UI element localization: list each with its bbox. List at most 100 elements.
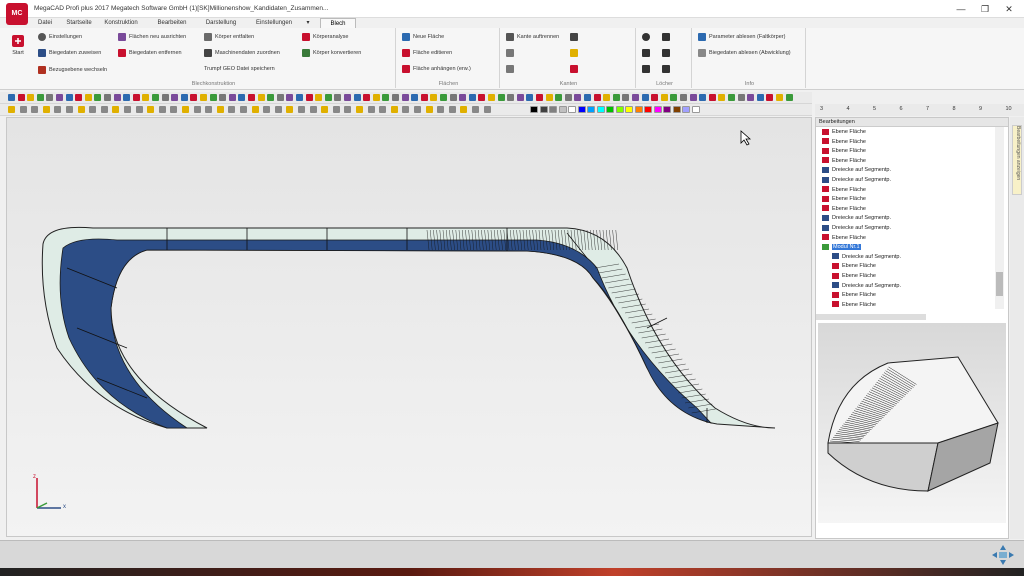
tree-item[interactable]: Ebene Fläche: [822, 138, 866, 148]
attribute-tool-icon[interactable]: [425, 106, 433, 113]
tree-item[interactable]: Dreiecke auf Segmentp.: [822, 224, 891, 234]
toolbar-tool-icon[interactable]: [152, 94, 159, 101]
tree-item[interactable]: Ebene Fläche: [822, 205, 866, 215]
attribute-tool-icon[interactable]: [42, 106, 50, 113]
hole-tool-6-button[interactable]: [662, 64, 673, 74]
tab-blech[interactable]: Blech: [320, 18, 356, 28]
toolbar-tool-icon[interactable]: [708, 94, 716, 101]
toolbar-tool-icon[interactable]: [363, 94, 371, 101]
attribute-tool-icon[interactable]: [89, 106, 97, 113]
tree-item[interactable]: Dreiecke auf Segmentp.: [822, 176, 891, 186]
toolbar-tool-icon[interactable]: [737, 94, 745, 101]
toolbar-tool-icon[interactable]: [123, 94, 131, 101]
tab-darstellung[interactable]: Darstellung: [200, 18, 242, 28]
tree-item[interactable]: Ebene Fläche: [832, 291, 876, 301]
biegedaten-zuweisen-button[interactable]: Biegedaten zuweisen: [38, 48, 101, 58]
toolbar-tool-icon[interactable]: [382, 94, 390, 101]
attribute-tool-icon[interactable]: [112, 106, 120, 113]
toolbar-tool-icon[interactable]: [632, 94, 639, 101]
toolbar-tool-icon[interactable]: [286, 94, 294, 101]
flaechen-neu-ausrichten-button[interactable]: Flächen neu ausrichten: [118, 32, 186, 42]
attribute-tool-icon[interactable]: [124, 106, 131, 113]
minimize-button[interactable]: —: [950, 2, 972, 16]
toolbar-tool-icon[interactable]: [603, 94, 611, 101]
toolbar-tool-icon[interactable]: [353, 94, 361, 101]
color-swatch[interactable]: [530, 106, 538, 113]
side-tab-bearbeitungen[interactable]: Bearbeitungen anzeigen: [1012, 125, 1022, 195]
toolbar-tool-icon[interactable]: [651, 94, 659, 101]
biegedaten-ablesen-button[interactable]: Biegedaten ablesen (Abwicklung): [698, 48, 791, 58]
toolbar-tool-icon[interactable]: [507, 94, 515, 101]
attribute-tool-icon[interactable]: [321, 106, 329, 113]
attribute-tool-icon[interactable]: [100, 106, 108, 113]
attribute-tool-icon[interactable]: [367, 106, 375, 113]
toolbar-tool-icon[interactable]: [440, 94, 447, 101]
toolbar-tool-icon[interactable]: [699, 94, 707, 101]
tab-konstruktion[interactable]: Konstruktion: [100, 18, 142, 28]
preview-3d[interactable]: [818, 323, 1006, 523]
flaeche-editieren-button[interactable]: Fläche editieren: [402, 48, 452, 58]
toolbar-tool-icon[interactable]: [449, 94, 457, 101]
edge-tool-2-button[interactable]: [506, 64, 517, 74]
attribute-tool-icon[interactable]: [240, 106, 247, 113]
attribute-tool-icon[interactable]: [356, 106, 363, 113]
tree-item[interactable]: Modul Nr.1: [822, 243, 861, 253]
toolbar-tool-icon[interactable]: [248, 94, 255, 101]
tree-item[interactable]: Ebene Fläche: [822, 195, 866, 205]
color-swatch[interactable]: [672, 106, 681, 113]
toolbar-tool-icon[interactable]: [459, 94, 467, 101]
flaeche-anhaengen-button[interactable]: Fläche anhängen (erw.): [402, 64, 471, 74]
attribute-tool-icon[interactable]: [19, 106, 27, 113]
toolbar-tool-icon[interactable]: [622, 94, 630, 101]
hole-tool-1-button[interactable]: [642, 32, 653, 42]
edge-tool-4-button[interactable]: [570, 48, 581, 58]
tree-item[interactable]: Dreiecke auf Segmentp.: [832, 282, 901, 292]
color-swatch[interactable]: [577, 106, 586, 113]
toolbar-tool-icon[interactable]: [56, 94, 63, 101]
hole-tool-2-button[interactable]: [642, 48, 653, 58]
toolbar-tool-icon[interactable]: [728, 94, 735, 101]
color-swatch[interactable]: [682, 106, 690, 113]
toolbar-tool-icon[interactable]: [228, 94, 236, 101]
tree-item[interactable]: Ebene Fläche: [822, 186, 866, 196]
attribute-tool-icon[interactable]: [414, 106, 421, 113]
toolbar-tool-icon[interactable]: [392, 94, 399, 101]
close-button[interactable]: ✕: [998, 2, 1020, 16]
attribute-tool-icon[interactable]: [135, 106, 143, 113]
megacad-logo-icon[interactable]: MC: [6, 3, 28, 25]
attribute-tool-icon[interactable]: [54, 106, 62, 113]
attribute-tool-icon[interactable]: [286, 106, 294, 113]
color-swatch[interactable]: [625, 106, 633, 113]
tree-hscrollbar[interactable]: [816, 314, 926, 320]
toolbar-tool-icon[interactable]: [17, 94, 25, 101]
toolbar-tool-icon[interactable]: [372, 94, 380, 101]
koerperanalyse-button[interactable]: Körperanalyse: [302, 32, 348, 42]
attribute-tool-icon[interactable]: [193, 106, 201, 113]
toolbar-tool-icon[interactable]: [305, 94, 313, 101]
attribute-tool-icon[interactable]: [390, 106, 398, 113]
edge-tool-1-button[interactable]: [506, 48, 517, 58]
toolbar-tool-icon[interactable]: [8, 94, 15, 101]
restore-button[interactable]: ❐: [974, 2, 996, 16]
toolbar-tool-icon[interactable]: [756, 94, 764, 101]
toolbar-tool-icon[interactable]: [776, 94, 783, 101]
toolbar-tool-icon[interactable]: [180, 94, 188, 101]
attribute-tool-icon[interactable]: [344, 106, 352, 113]
tab-bearbeiten[interactable]: Bearbeiten: [152, 18, 192, 28]
tab-startseite[interactable]: Startseite: [62, 18, 96, 28]
toolbar-tool-icon[interactable]: [65, 94, 73, 101]
toolbar-tool-icon[interactable]: [468, 94, 476, 101]
color-swatch[interactable]: [558, 106, 567, 113]
attribute-tool-icon[interactable]: [332, 106, 340, 113]
koerper-entfalten-button[interactable]: Körper entfalten: [204, 32, 254, 42]
toolbar-tool-icon[interactable]: [104, 94, 111, 101]
navigation-cube-icon[interactable]: [990, 543, 1016, 567]
toolbar-tool-icon[interactable]: [324, 94, 332, 101]
attribute-tool-icon[interactable]: [251, 106, 259, 113]
attribute-tool-icon[interactable]: [216, 106, 224, 113]
attribute-tool-icon[interactable]: [437, 106, 445, 113]
attribute-tool-icon[interactable]: [402, 106, 410, 113]
hole-tool-3-button[interactable]: [642, 64, 653, 74]
toolbar-tool-icon[interactable]: [680, 94, 687, 101]
trumpf-geo-button[interactable]: Trumpf GEO Datei speichern: [204, 64, 275, 74]
